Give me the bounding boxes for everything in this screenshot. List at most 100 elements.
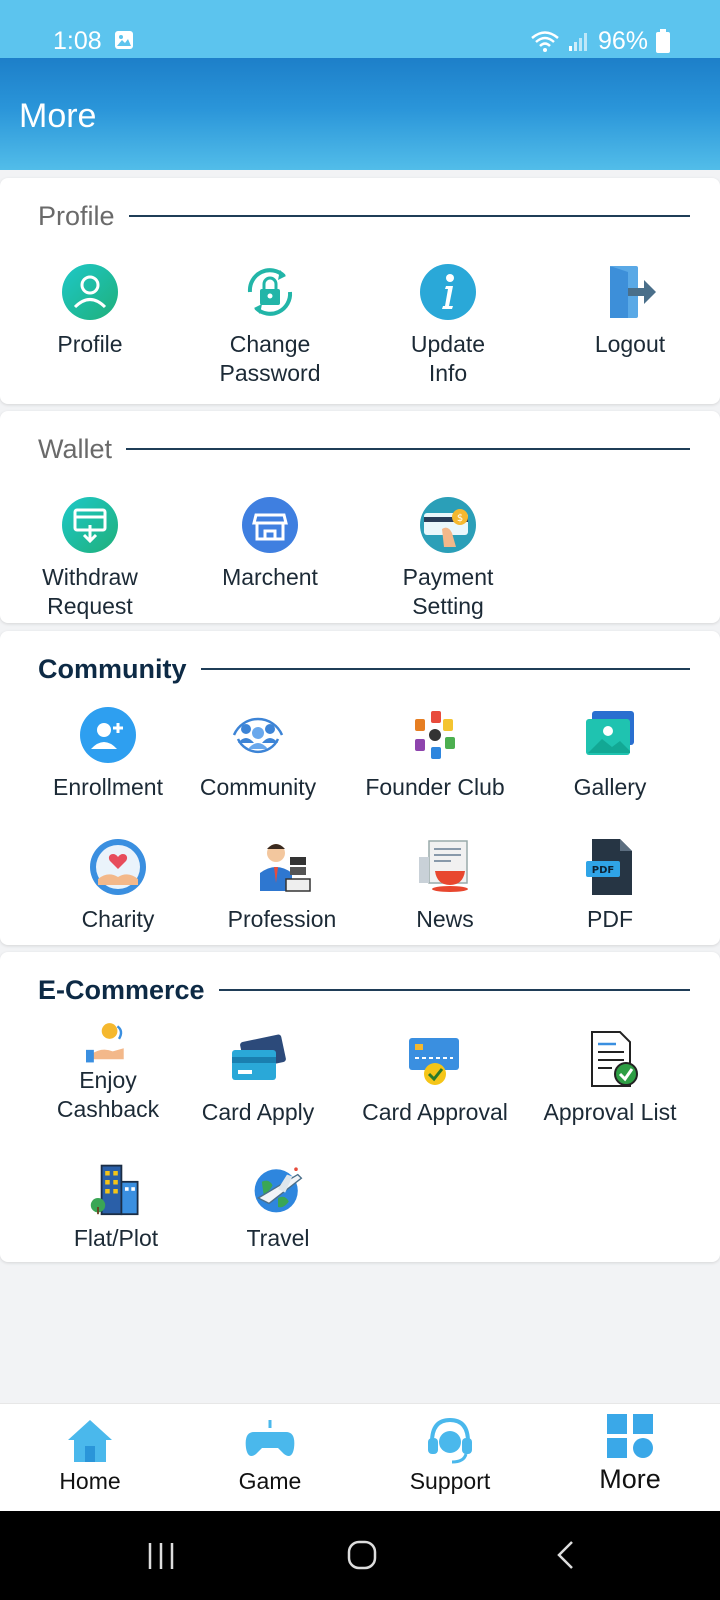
nav-game[interactable]: Game	[180, 1416, 360, 1495]
nav-support[interactable]: Support	[360, 1416, 540, 1495]
item-label: Profession	[227, 906, 337, 932]
pdf-icon: PDF	[586, 839, 632, 895]
item-label: Travel	[246, 1225, 310, 1251]
image-notification-icon	[115, 31, 133, 49]
card-approval-button[interactable]: Card Approval	[345, 1030, 525, 1127]
recent-apps-icon[interactable]	[146, 1541, 176, 1571]
status-indicators: 96%	[530, 26, 670, 56]
wallet-section-header: Wallet	[38, 431, 704, 467]
back-icon[interactable]	[554, 1539, 578, 1571]
item-label: Marchent	[222, 564, 318, 590]
svg-text:PDF: PDF	[592, 865, 614, 876]
profile-button[interactable]: Profile	[0, 262, 180, 359]
item-label: Update Info	[410, 331, 486, 386]
card-apply-button[interactable]: Card Apply	[168, 1030, 348, 1127]
withdraw-request-button[interactable]: Withdraw Request	[0, 495, 180, 621]
pdf-button[interactable]: PDF PDF	[520, 837, 700, 934]
item-label: Change Password	[219, 331, 321, 386]
building-icon	[90, 1164, 139, 1216]
home-icon	[68, 1420, 112, 1462]
news-button[interactable]: News	[355, 837, 535, 934]
section-divider	[200, 668, 690, 670]
wifi-icon	[531, 31, 559, 52]
gallery-icon	[586, 711, 634, 755]
founder-club-button[interactable]: Founder Club	[345, 705, 525, 802]
travel-button[interactable]: Travel	[188, 1162, 368, 1253]
news-icon	[419, 840, 468, 892]
section-title: E-Commerce	[38, 974, 205, 1005]
headset-icon	[428, 1417, 472, 1464]
update-info-button[interactable]: Update Info	[358, 262, 538, 388]
nav-more[interactable]: More	[540, 1412, 720, 1495]
item-label: Founder Club	[365, 774, 505, 800]
gamepad-icon	[245, 1420, 295, 1456]
ecommerce-section-header: E-Commerce	[38, 972, 704, 1008]
profession-icon	[260, 844, 311, 892]
profile-section-header: Profile	[38, 198, 704, 234]
add-user-icon	[80, 707, 136, 763]
section-divider	[126, 448, 690, 450]
community-group-icon	[232, 717, 284, 754]
item-label: Charity	[81, 906, 155, 932]
withdraw-icon	[62, 497, 118, 553]
card-approval-icon	[409, 1038, 459, 1085]
signal-icon	[568, 33, 587, 51]
item-label: News	[416, 906, 474, 932]
community-button[interactable]: Community	[168, 705, 348, 802]
section-divider	[218, 989, 690, 991]
nav-label: Game	[238, 1468, 302, 1494]
lock-refresh-icon	[247, 268, 293, 316]
item-label: Card Approval	[362, 1099, 508, 1125]
profession-button[interactable]: Profession	[192, 837, 372, 934]
home-button-icon[interactable]	[346, 1539, 378, 1571]
system-nav-bar	[0, 1511, 720, 1600]
community-section: Community Enrollment Community Founder C…	[0, 631, 720, 945]
marchent-button[interactable]: Marchent	[180, 495, 360, 592]
section-title: Profile	[38, 200, 115, 231]
wallet-section: Wallet Withdraw Request Marchent $ Payme…	[0, 411, 720, 623]
logout-button[interactable]: Logout	[540, 262, 720, 359]
user-icon	[62, 264, 118, 320]
profile-section: Profile Profile Change Password Update I…	[0, 178, 720, 404]
ecommerce-section: E-Commerce Enjoy Cashback Card Apply Car…	[0, 952, 720, 1262]
store-icon	[242, 497, 298, 553]
card-apply-icon	[232, 1034, 286, 1080]
page-title: More	[19, 97, 97, 135]
cashback-icon	[86, 1023, 124, 1063]
app-bar: More	[0, 58, 720, 170]
status-bar: 1:08 96%	[0, 0, 720, 58]
battery-percent: 96%	[597, 27, 648, 55]
flat-plot-button[interactable]: Flat/Plot	[26, 1162, 206, 1253]
charity-icon	[90, 839, 146, 895]
nav-label: Support	[409, 1468, 491, 1494]
change-password-button[interactable]: Change Password	[180, 262, 360, 388]
item-label: PDF	[587, 906, 633, 932]
item-label: Profile	[57, 331, 123, 357]
charity-button[interactable]: Charity	[28, 837, 208, 934]
founder-club-icon	[415, 711, 455, 759]
item-label: Gallery	[573, 774, 647, 800]
status-time: 1:08	[53, 27, 102, 55]
approval-list-button[interactable]: Approval List	[520, 1030, 700, 1127]
travel-icon	[254, 1167, 303, 1213]
grid-icon	[607, 1414, 653, 1458]
payment-setting-button[interactable]: $ Payment Setting	[358, 495, 538, 621]
nav-home[interactable]: Home	[0, 1416, 180, 1495]
section-divider	[128, 215, 690, 217]
nav-label: More	[599, 1464, 661, 1494]
item-label: Community	[199, 774, 317, 800]
gallery-button[interactable]: Gallery	[520, 705, 700, 802]
item-label: Payment Setting	[402, 564, 494, 619]
svg-text:$: $	[457, 513, 463, 524]
item-label: Withdraw Request	[42, 564, 138, 619]
section-title: Community	[38, 653, 187, 684]
battery-icon	[656, 29, 670, 53]
info-icon	[420, 264, 476, 320]
section-title: Wallet	[38, 433, 113, 464]
bottom-nav: Home Game Support More	[0, 1403, 720, 1512]
nav-label: Home	[59, 1468, 121, 1494]
payment-setting-icon: $	[420, 497, 476, 553]
item-label: Flat/Plot	[73, 1225, 159, 1251]
item-label: Card Apply	[201, 1099, 315, 1125]
logout-door-icon	[610, 266, 656, 318]
